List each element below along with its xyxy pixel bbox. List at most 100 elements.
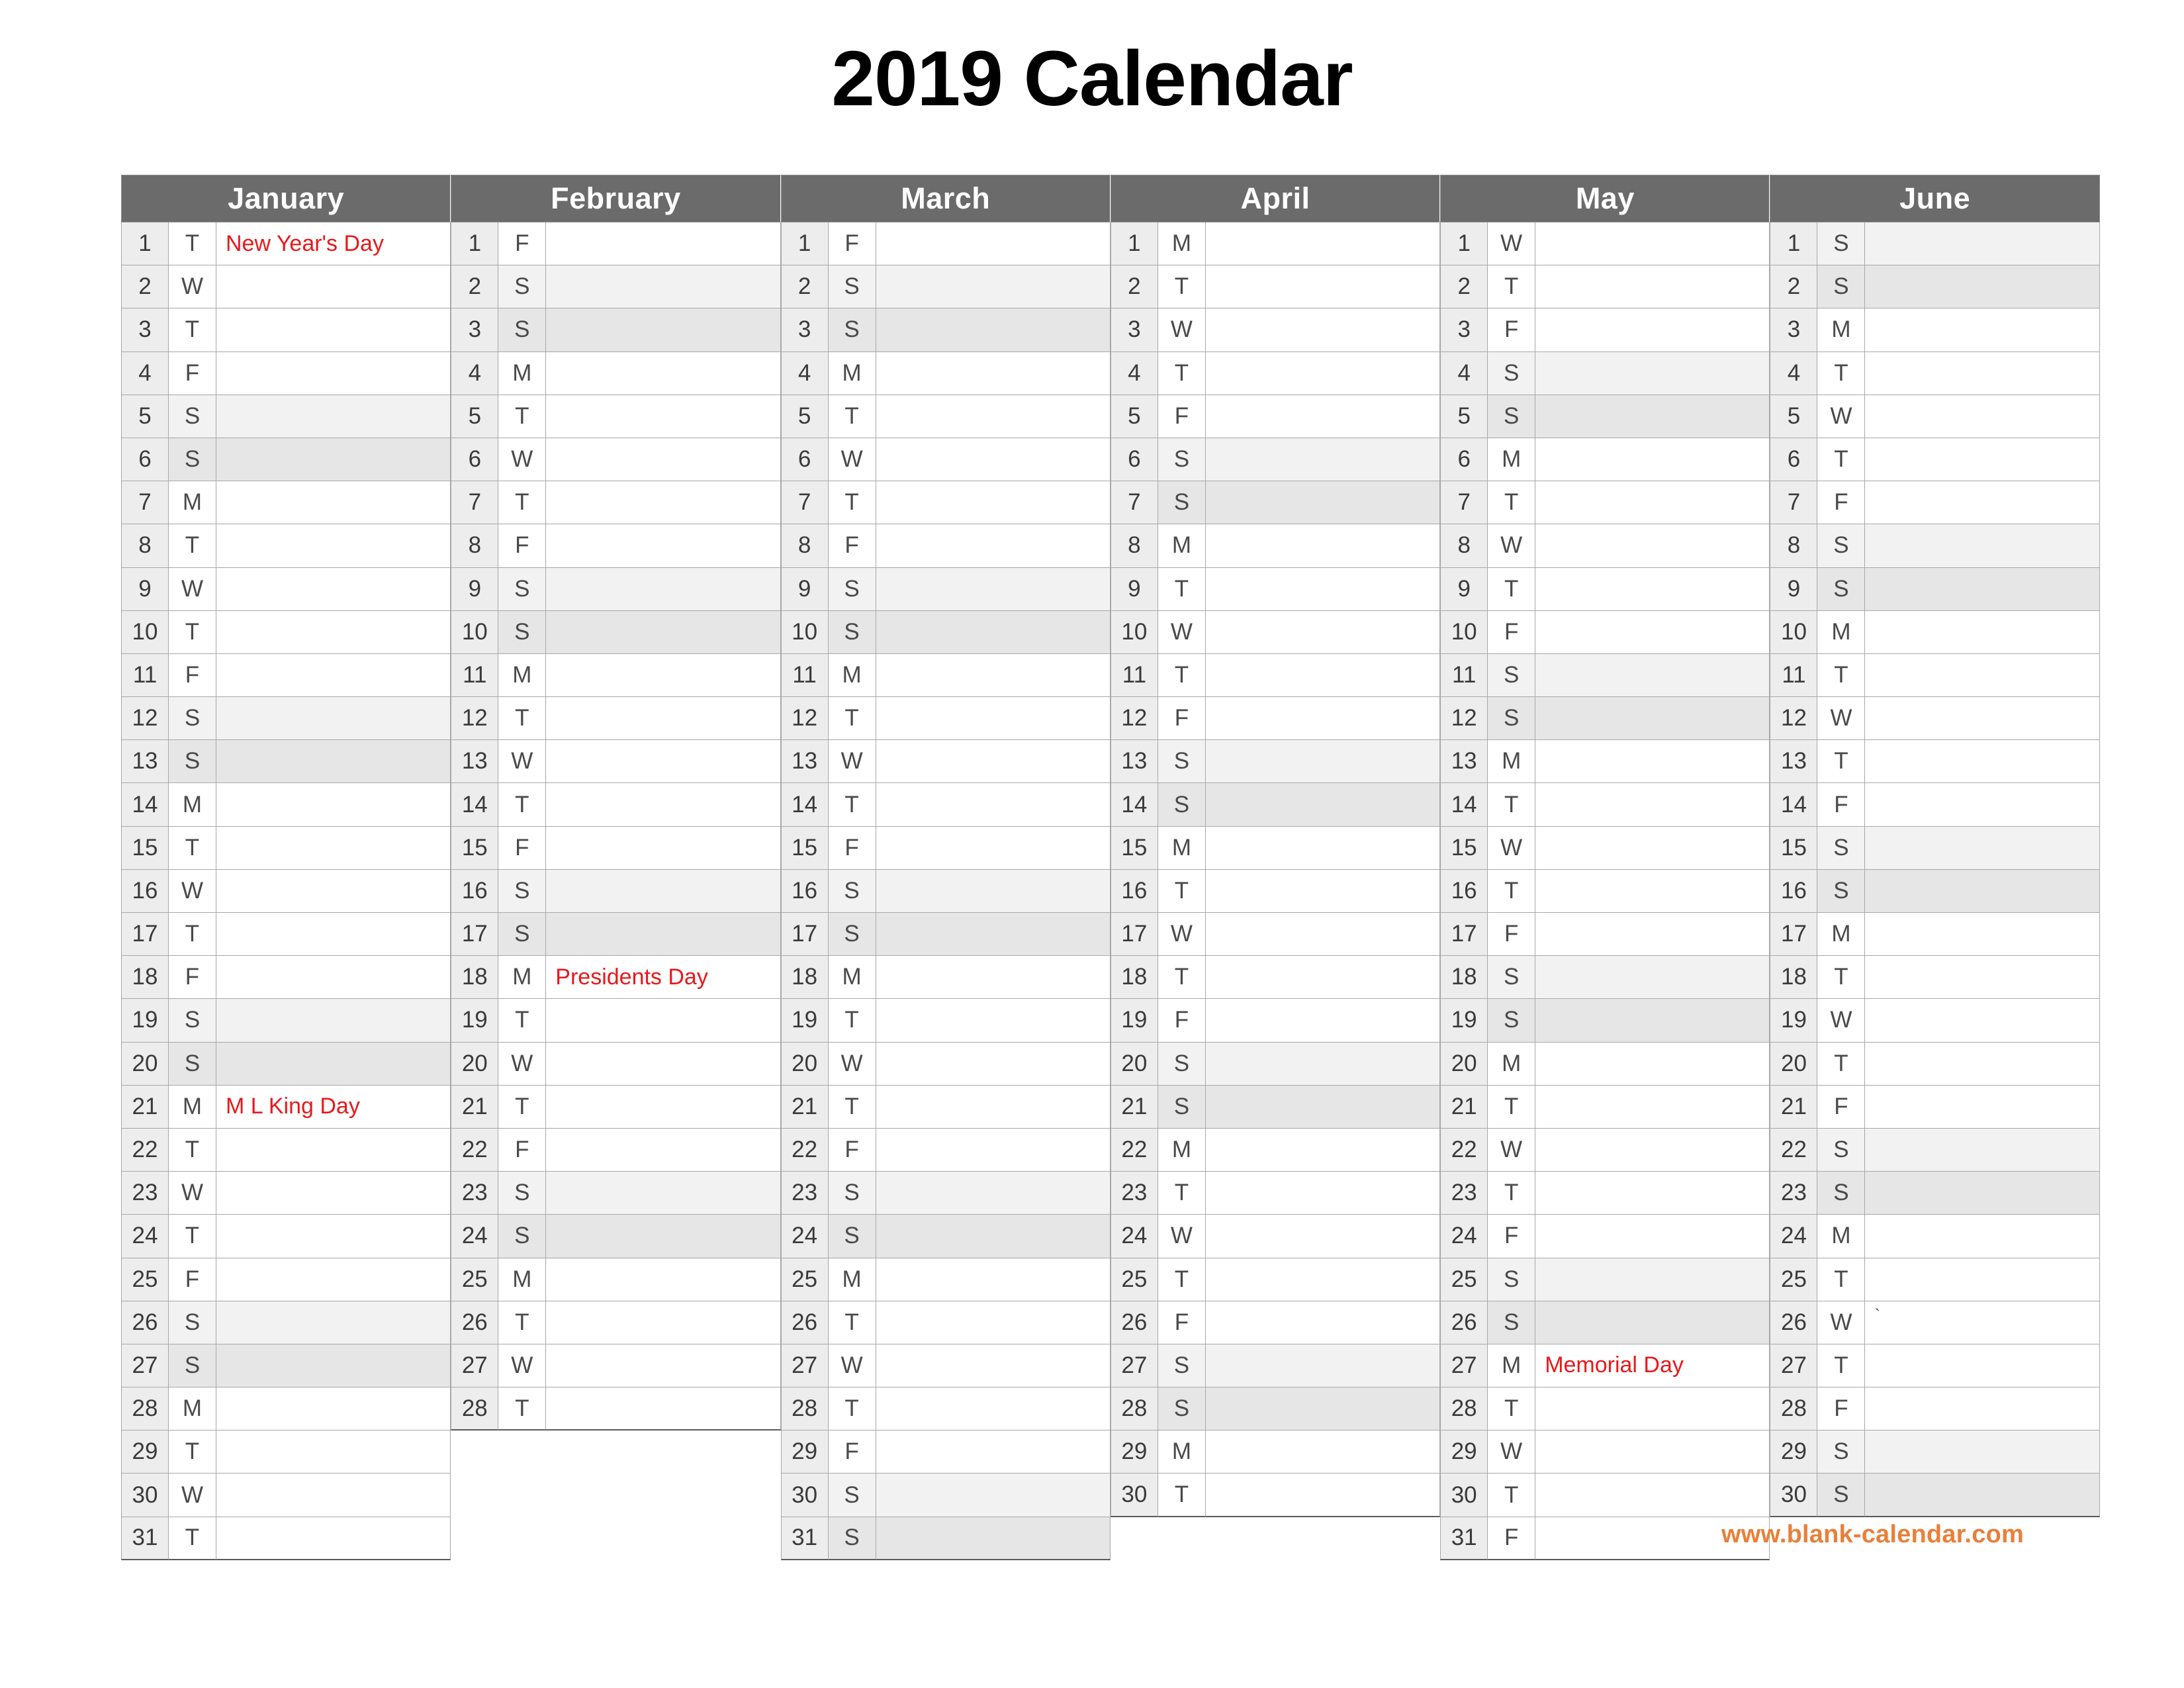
event-cell[interactable] — [216, 783, 451, 827]
event-cell[interactable] — [1205, 265, 1441, 309]
event-cell[interactable] — [546, 395, 781, 438]
event-cell[interactable] — [216, 308, 451, 352]
event-cell[interactable] — [1535, 653, 1770, 698]
event-cell[interactable] — [216, 438, 451, 482]
event-cell[interactable] — [1205, 740, 1441, 784]
event-cell[interactable] — [1205, 308, 1441, 352]
event-cell[interactable] — [1205, 999, 1441, 1043]
event-cell[interactable] — [1205, 524, 1441, 568]
event-cell[interactable] — [1535, 1215, 1770, 1258]
event-cell[interactable] — [1865, 308, 2100, 352]
holiday-label[interactable]: M L King Day — [216, 1085, 451, 1129]
event-cell[interactable] — [1865, 481, 2100, 525]
event-cell[interactable] — [216, 1042, 451, 1086]
event-cell[interactable] — [546, 438, 781, 482]
event-cell[interactable] — [1205, 826, 1441, 870]
event-cell[interactable] — [876, 395, 1111, 438]
event-cell[interactable] — [216, 740, 451, 784]
event-cell[interactable] — [1205, 653, 1441, 698]
event-cell[interactable] — [1865, 1215, 2100, 1258]
event-cell[interactable] — [216, 697, 451, 741]
event-cell[interactable] — [1205, 1258, 1441, 1301]
event-cell[interactable] — [1535, 999, 1770, 1043]
event-cell[interactable] — [1865, 395, 2100, 438]
event-cell[interactable] — [216, 1128, 451, 1172]
event-cell[interactable] — [216, 265, 451, 309]
event-cell[interactable] — [1205, 1430, 1441, 1474]
event-cell[interactable] — [1205, 1387, 1441, 1431]
event-cell[interactable] — [1865, 1042, 2100, 1086]
event-cell[interactable] — [546, 1085, 781, 1129]
event-cell[interactable] — [1865, 1344, 2100, 1388]
event-cell[interactable] — [876, 1474, 1111, 1517]
event-cell[interactable] — [1535, 740, 1770, 784]
event-cell[interactable] — [1535, 1301, 1770, 1344]
event-cell[interactable] — [876, 1172, 1111, 1215]
event-cell[interactable] — [876, 653, 1111, 698]
event-cell[interactable] — [1865, 1128, 2100, 1172]
event-cell[interactable] — [546, 352, 781, 395]
event-cell[interactable] — [1535, 438, 1770, 482]
event-cell[interactable] — [216, 567, 451, 611]
event-cell[interactable] — [1535, 1128, 1770, 1172]
event-cell[interactable] — [1205, 1128, 1441, 1172]
event-cell[interactable] — [1535, 1085, 1770, 1129]
event-cell[interactable] — [876, 308, 1111, 352]
event-cell[interactable] — [1535, 1430, 1770, 1474]
event-cell[interactable] — [1865, 913, 2100, 957]
event-cell[interactable] — [1535, 826, 1770, 870]
event-cell[interactable] — [1535, 610, 1770, 654]
event-cell[interactable] — [1205, 1172, 1441, 1215]
event-cell[interactable] — [546, 524, 781, 568]
event-cell[interactable] — [546, 1301, 781, 1344]
event-cell[interactable] — [546, 783, 781, 827]
event-cell[interactable] — [546, 1128, 781, 1172]
event-cell[interactable] — [876, 1215, 1111, 1258]
event-cell[interactable] — [1535, 783, 1770, 827]
event-cell[interactable] — [1865, 1085, 2100, 1129]
event-cell[interactable] — [1535, 524, 1770, 568]
event-cell[interactable] — [546, 740, 781, 784]
event-cell[interactable] — [216, 610, 451, 654]
event-cell[interactable] — [876, 265, 1111, 309]
event-cell[interactable] — [1865, 740, 2100, 784]
event-cell[interactable] — [876, 999, 1111, 1043]
event-cell[interactable] — [1205, 869, 1441, 913]
blank-calendar-url[interactable]: www.blank-calendar.com — [1721, 1521, 2024, 1549]
event-cell[interactable] — [1535, 1258, 1770, 1301]
event-cell[interactable] — [1205, 438, 1441, 482]
event-cell[interactable] — [546, 869, 781, 913]
event-cell[interactable]: ` — [1865, 1301, 2100, 1344]
event-cell[interactable] — [1865, 697, 2100, 741]
event-cell[interactable] — [216, 999, 451, 1043]
event-cell[interactable] — [216, 1172, 451, 1215]
event-cell[interactable] — [216, 524, 451, 568]
event-cell[interactable] — [1205, 222, 1441, 266]
event-cell[interactable] — [1865, 1172, 2100, 1215]
event-cell[interactable] — [1205, 610, 1441, 654]
event-cell[interactable] — [1205, 913, 1441, 957]
event-cell[interactable] — [876, 1387, 1111, 1431]
event-cell[interactable] — [216, 395, 451, 438]
event-cell[interactable] — [216, 913, 451, 957]
event-cell[interactable] — [1535, 352, 1770, 395]
event-cell[interactable] — [1535, 1172, 1770, 1215]
event-cell[interactable] — [876, 438, 1111, 482]
event-cell[interactable] — [216, 1215, 451, 1258]
event-cell[interactable] — [1205, 783, 1441, 827]
event-cell[interactable] — [216, 1430, 451, 1474]
event-cell[interactable] — [216, 653, 451, 698]
holiday-label[interactable]: Memorial Day — [1535, 1344, 1770, 1388]
event-cell[interactable] — [876, 352, 1111, 395]
event-cell[interactable] — [216, 1517, 451, 1560]
event-cell[interactable] — [546, 265, 781, 309]
event-cell[interactable] — [1205, 697, 1441, 741]
event-cell[interactable] — [546, 913, 781, 957]
event-cell[interactable] — [546, 610, 781, 654]
event-cell[interactable] — [1535, 913, 1770, 957]
event-cell[interactable] — [216, 1344, 451, 1388]
event-cell[interactable] — [876, 869, 1111, 913]
event-cell[interactable] — [546, 567, 781, 611]
event-cell[interactable] — [1205, 1085, 1441, 1129]
event-cell[interactable] — [876, 956, 1111, 1000]
